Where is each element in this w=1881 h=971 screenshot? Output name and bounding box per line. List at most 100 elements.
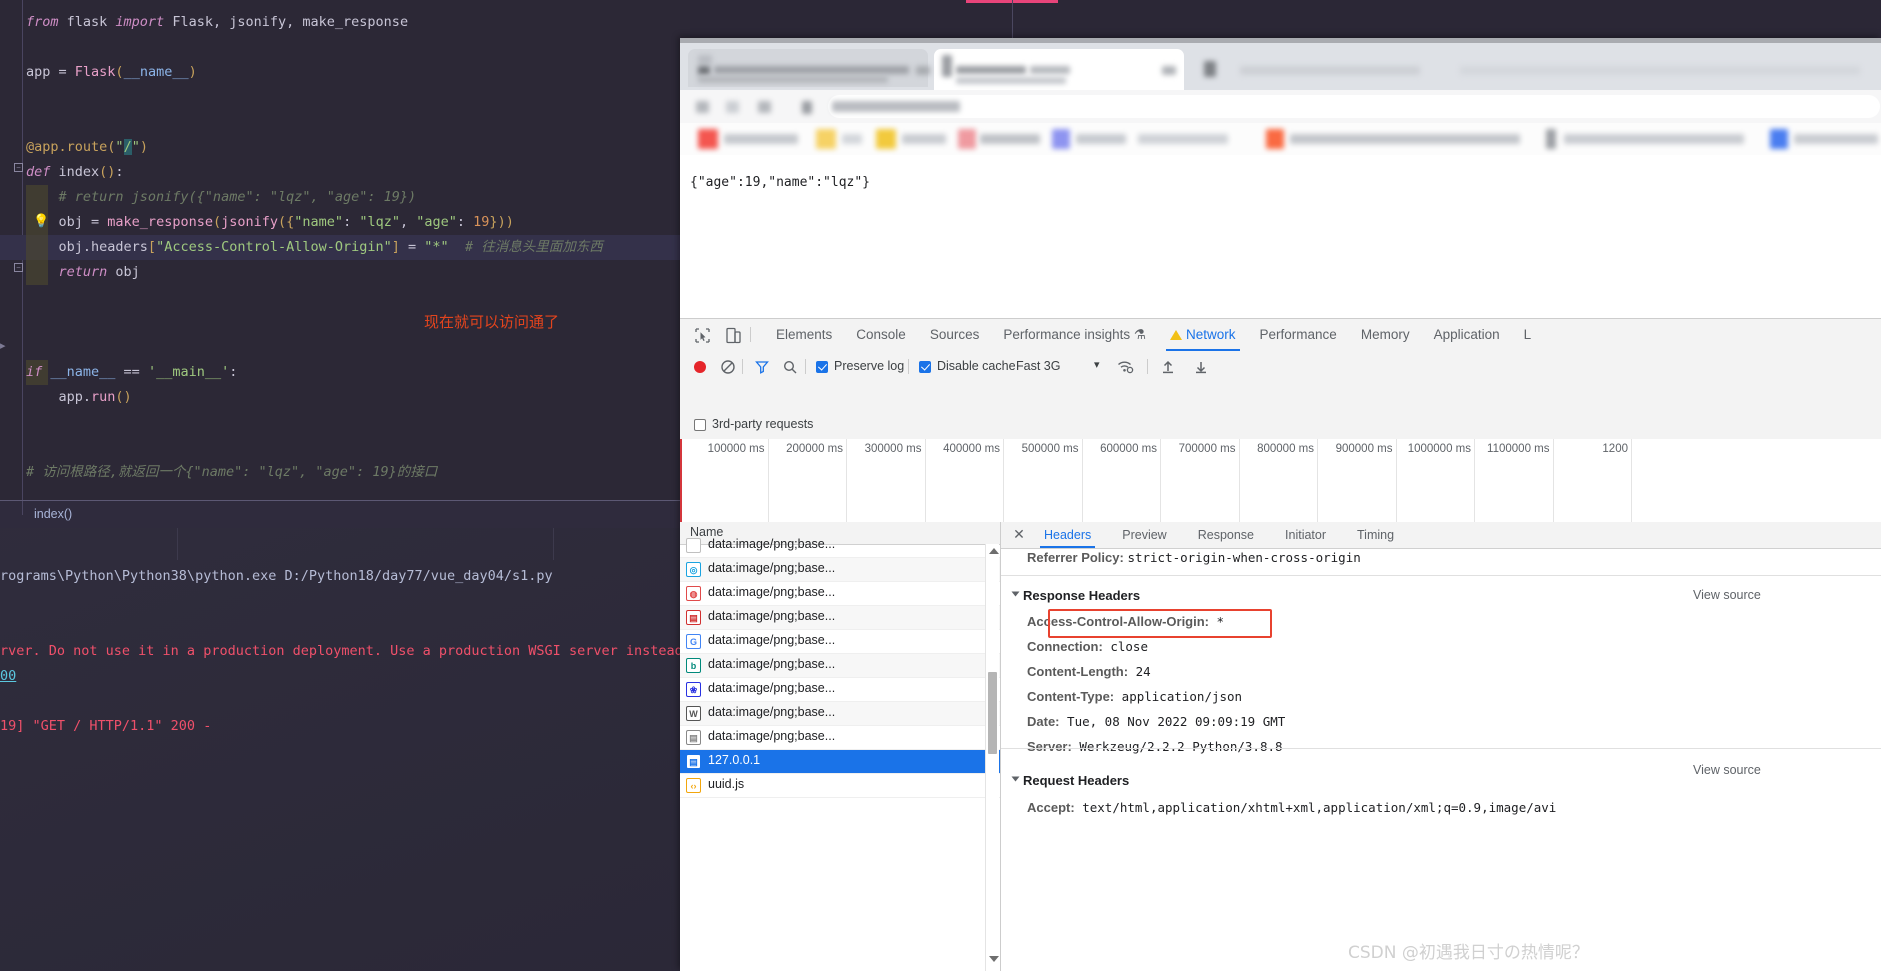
close-icon[interactable]: ✕ <box>1011 526 1027 542</box>
devtools-tab-l[interactable]: L <box>1514 319 1542 351</box>
breadcrumb-index[interactable]: index() <box>34 507 72 521</box>
throttling-value[interactable]: Fast 3G <box>1016 359 1060 373</box>
request-row[interactable]: ▤ 127.0.0.1 <box>680 750 1000 774</box>
request-row[interactable]: ◍ data:image/png;base... <box>680 582 1000 606</box>
tab-label: Application <box>1433 327 1500 342</box>
timeline-tick-label: 500000 ms <box>1021 443 1079 455</box>
devtools-tab-bar[interactable]: Elements Console Sources Performance insigh… <box>680 319 1881 352</box>
chevron-down-icon[interactable] <box>1011 776 1020 782</box>
request-row[interactable]: data:image/png;base... <box>680 534 1000 558</box>
preserve-log-checkbox[interactable] <box>816 361 828 373</box>
detail-tab-timing[interactable]: Timing <box>1348 522 1403 548</box>
devtools-tab-elements[interactable]: Elements <box>766 319 842 351</box>
network-toolbar[interactable]: Preserve log Disable cache Fast 3G ▾ <box>680 351 1881 383</box>
detail-tab-headers[interactable]: Headers <box>1035 522 1100 548</box>
bookmark-favicon-blurred[interactable] <box>1052 129 1070 149</box>
third-party-label[interactable]: 3rd-party requests <box>712 417 813 431</box>
view-source-link-response[interactable]: View source <box>1693 588 1761 602</box>
network-filter-bar[interactable]: Invert Hide data URLs AllFetch/XHRJSCSSI… <box>680 382 1881 466</box>
bookmark-label-blurred <box>1794 134 1878 144</box>
search-icon[interactable] <box>782 359 801 378</box>
requests-pane[interactable]: Name data:image/png;base... ◎ data:image/p… <box>680 522 1001 971</box>
bookmark-favicon-blurred[interactable] <box>1266 129 1284 149</box>
export-har-icon[interactable] <box>1193 359 1212 378</box>
devtools-tab-performance[interactable]: Performance <box>1250 319 1347 351</box>
bookmark-favicon-blurred[interactable] <box>1770 129 1788 149</box>
bookmarks-bar[interactable] <box>680 123 1881 156</box>
scroll-up-arrow-icon[interactable] <box>989 548 999 554</box>
import-har-icon[interactable] <box>1160 359 1179 378</box>
request-row[interactable]: ▤ data:image/png;base... <box>680 606 1000 630</box>
ide-vertical-separator <box>1012 0 1013 38</box>
request-row[interactable]: Wdata:image/png;base... <box>680 702 1000 726</box>
scrollbar-thumb[interactable] <box>988 672 997 754</box>
clear-button-icon[interactable] <box>720 359 739 378</box>
chrome-browser-window[interactable]: {"age":19,"name":"lqz"} Elements Console S… <box>680 38 1881 971</box>
inspect-element-icon[interactable] <box>693 326 712 345</box>
tab-close-blurred[interactable] <box>1162 66 1176 75</box>
browser-toolbar[interactable] <box>680 90 1881 123</box>
preserve-log-label[interactable]: Preserve log <box>834 359 904 373</box>
bookmark-favicon-blurred[interactable] <box>958 129 976 149</box>
request-row[interactable]: Gdata:image/png;base... <box>680 630 1000 654</box>
bookmark-favicon-blurred[interactable] <box>816 129 836 149</box>
run-console[interactable]: rograms\Python\Python38\python.exe D:/Py… <box>0 528 690 971</box>
scroll-down-arrow-icon[interactable] <box>989 956 999 962</box>
detail-tab-initiator[interactable]: Initiator <box>1276 522 1335 548</box>
header-key: Content-Length: <box>1027 664 1129 679</box>
devtools-tab-network[interactable]: Network <box>1160 319 1246 351</box>
devtools-panel[interactable]: Elements Console Sources Performance insigh… <box>680 318 1881 971</box>
devtools-tab-application[interactable]: Application <box>1424 319 1510 351</box>
disable-cache-checkbox[interactable] <box>919 361 931 373</box>
headers-content[interactable]: Referrer Policy: strict-origin-when-cros… <box>1001 548 1881 971</box>
view-source-link-request[interactable]: View source <box>1693 763 1761 777</box>
run-gutter-arrow-icon[interactable]: ▸ <box>0 339 6 352</box>
detail-tab-response[interactable]: Response <box>1189 522 1263 548</box>
third-party-checkbox[interactable] <box>694 419 706 431</box>
header-row: Content-Type: application/json <box>1027 689 1242 704</box>
toggle-device-toolbar-icon[interactable] <box>724 326 743 345</box>
reload-button-blurred[interactable] <box>758 101 771 113</box>
back-button-blurred[interactable] <box>696 101 709 113</box>
request-detail-tabbar[interactable]: ✕ Headers Preview Response Initiator Timing <box>1001 522 1881 549</box>
network-overview-timeline[interactable]: 100000 ms 200000 ms 300000 ms 400000 ms 5000… <box>680 439 1881 523</box>
timeline-tick-label: 700000 ms <box>1178 443 1236 455</box>
section-label: Request Headers <box>1023 773 1130 788</box>
network-conditions-icon[interactable] <box>1117 359 1136 378</box>
filter-funnel-icon[interactable] <box>754 359 773 378</box>
record-button-icon[interactable] <box>692 359 711 378</box>
request-row[interactable]: ‹› uuid.js <box>680 774 1000 798</box>
new-tab-blurred[interactable] <box>1204 61 1216 77</box>
chevron-down-icon[interactable]: ▾ <box>1094 358 1100 371</box>
site-info-icon-blurred[interactable] <box>802 101 812 114</box>
bookmark-favicon-blurred[interactable] <box>698 129 718 149</box>
request-detail-pane[interactable]: ✕ Headers Preview Response Initiator Timing … <box>1001 522 1881 971</box>
bookmark-favicon-blurred[interactable] <box>876 129 896 149</box>
requests-scrollbar[interactable] <box>985 544 999 971</box>
request-row[interactable]: b data:image/png;base... <box>680 654 1000 678</box>
address-bar[interactable] <box>828 95 1880 118</box>
forward-button-blurred[interactable] <box>726 101 739 113</box>
devtools-tab-console[interactable]: Console <box>846 319 916 351</box>
network-split-view[interactable]: Name data:image/png;base... ◎ data:image/p… <box>680 522 1881 971</box>
chevron-down-icon[interactable] <box>1011 591 1020 597</box>
disable-cache-label[interactable]: Disable cache <box>937 359 1016 373</box>
request-headers-section-title[interactable]: Request Headers <box>1011 773 1130 788</box>
tab-close-blurred[interactable] <box>916 66 930 75</box>
request-row[interactable]: ◎ data:image/png;base... <box>680 558 1000 582</box>
bookmark-favicon-blurred[interactable] <box>1546 129 1556 149</box>
devtools-tab-performance-insights[interactable]: Performance insights ⚗ <box>993 319 1156 351</box>
console-link[interactable]: 00 <box>0 668 16 684</box>
third-party-bar[interactable]: 3rd-party requests <box>680 412 1881 440</box>
code-token: # 访问根路径,就返回一个{"name": "lqz", "age": 19}的… <box>26 464 438 480</box>
requests-list[interactable]: data:image/png;base... ◎ data:image/png;ba… <box>680 537 1000 971</box>
request-row[interactable]: ▤ data:image/png;base... <box>680 726 1000 750</box>
devtools-tab-memory[interactable]: Memory <box>1351 319 1420 351</box>
browser-tab-strip[interactable] <box>680 43 1881 90</box>
request-row[interactable]: ❀ data:image/png;base... <box>680 678 1000 702</box>
response-headers-section-title[interactable]: Response Headers <box>1011 588 1140 603</box>
detail-tab-preview[interactable]: Preview <box>1113 522 1175 548</box>
code-editor[interactable]: 💡 − − ▸ from flask import Flask, jsonify… <box>0 0 690 500</box>
devtools-tab-sources[interactable]: Sources <box>920 319 990 351</box>
